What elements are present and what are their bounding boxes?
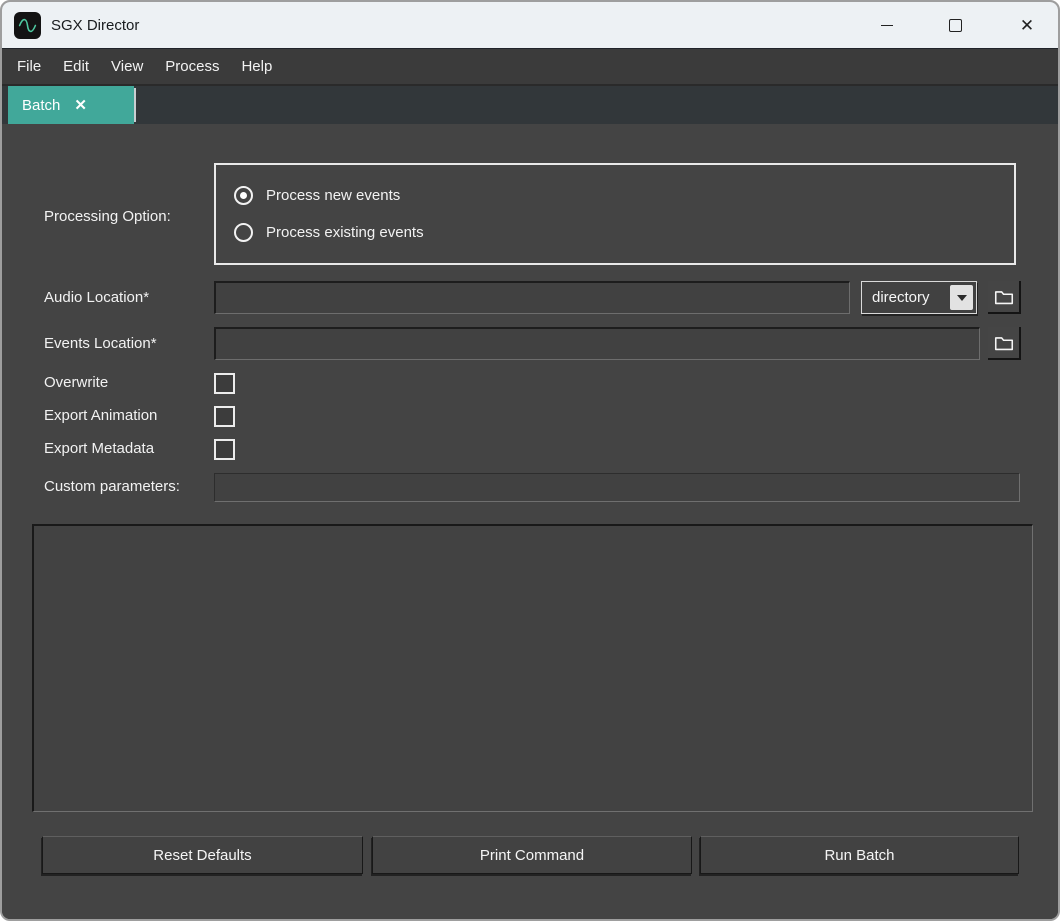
minimize-icon bbox=[881, 25, 893, 26]
events-location-input[interactable] bbox=[214, 327, 980, 360]
audio-location-input[interactable] bbox=[214, 281, 850, 314]
events-location-label: Events Location* bbox=[44, 335, 157, 352]
menu-process[interactable]: Process bbox=[154, 49, 230, 84]
audio-location-type-select[interactable]: directory bbox=[861, 281, 977, 314]
menu-edit[interactable]: Edit bbox=[52, 49, 100, 84]
minimize-button[interactable] bbox=[864, 2, 910, 48]
overwrite-label: Overwrite bbox=[44, 374, 108, 391]
app-logo-icon bbox=[14, 12, 41, 39]
audio-location-type-value: directory bbox=[862, 289, 950, 306]
chevron-down-icon bbox=[957, 295, 967, 301]
custom-parameters-input[interactable] bbox=[214, 473, 1020, 502]
processing-option-label: Processing Option: bbox=[44, 208, 171, 225]
app-window: SGX Director ✕ File Edit View Process He… bbox=[0, 0, 1060, 921]
folder-icon bbox=[993, 332, 1015, 354]
audio-location-label: Audio Location* bbox=[44, 289, 149, 306]
radio-process-new-events[interactable]: Process new events bbox=[234, 186, 1014, 205]
export-metadata-checkbox[interactable] bbox=[214, 439, 235, 460]
maximize-button[interactable] bbox=[932, 2, 978, 48]
print-command-button[interactable]: Print Command bbox=[372, 836, 692, 874]
tab-bar: Batch ✕ bbox=[2, 86, 1058, 124]
run-batch-button[interactable]: Run Batch bbox=[700, 836, 1019, 874]
export-animation-checkbox[interactable] bbox=[214, 406, 235, 427]
menu-help[interactable]: Help bbox=[230, 49, 283, 84]
tab-batch[interactable]: Batch ✕ bbox=[8, 86, 134, 124]
batch-panel: Processing Option: Process new events Pr… bbox=[2, 124, 1058, 921]
events-location-browse-button[interactable] bbox=[988, 327, 1021, 360]
radio-process-existing-events[interactable]: Process existing events bbox=[234, 223, 1014, 242]
tab-batch-label: Batch bbox=[22, 97, 60, 114]
menu-view[interactable]: View bbox=[100, 49, 154, 84]
reset-defaults-button[interactable]: Reset Defaults bbox=[42, 836, 363, 874]
window-title: SGX Director bbox=[51, 17, 864, 34]
radio-button-icon[interactable] bbox=[234, 186, 253, 205]
menubar: File Edit View Process Help bbox=[2, 49, 1058, 86]
radio-process-new-events-label: Process new events bbox=[266, 187, 400, 204]
radio-button-icon[interactable] bbox=[234, 223, 253, 242]
maximize-icon bbox=[949, 19, 962, 32]
log-output-area[interactable] bbox=[32, 524, 1033, 812]
audio-location-browse-button[interactable] bbox=[988, 281, 1021, 314]
overwrite-checkbox[interactable] bbox=[214, 373, 235, 394]
combo-dropdown-button[interactable] bbox=[950, 285, 973, 310]
export-metadata-label: Export Metadata bbox=[44, 440, 154, 457]
folder-icon bbox=[993, 286, 1015, 308]
menu-file[interactable]: File bbox=[6, 49, 52, 84]
tab-close-icon[interactable]: ✕ bbox=[74, 98, 87, 113]
custom-parameters-label: Custom parameters: bbox=[44, 478, 180, 495]
radio-process-existing-events-label: Process existing events bbox=[266, 224, 424, 241]
close-icon: ✕ bbox=[1020, 17, 1034, 34]
export-animation-label: Export Animation bbox=[44, 407, 157, 424]
close-button[interactable]: ✕ bbox=[1004, 2, 1050, 48]
titlebar: SGX Director ✕ bbox=[2, 2, 1058, 49]
processing-option-group: Process new events Process existing even… bbox=[214, 163, 1016, 265]
tab-divider bbox=[134, 88, 136, 122]
